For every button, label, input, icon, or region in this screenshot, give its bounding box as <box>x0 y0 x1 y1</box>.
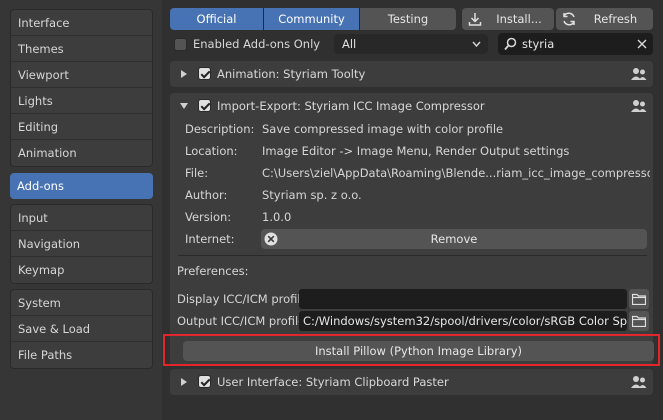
tab-official[interactable]: Official <box>170 8 264 30</box>
display-icc-browse-button[interactable] <box>629 289 649 309</box>
annotation-highlight-box <box>163 334 660 366</box>
location-value: Image Editor -> Image Menu, Render Outpu… <box>262 144 570 158</box>
addon-enable-checkbox[interactable] <box>198 99 211 112</box>
sidebar-item-lights[interactable]: Lights <box>11 88 152 114</box>
expand-arrow-icon[interactable] <box>181 378 187 386</box>
collapse-arrow-icon[interactable] <box>180 103 188 109</box>
folder-icon <box>632 315 646 327</box>
sidebar-item-addons[interactable]: Add-ons <box>10 173 153 199</box>
sidebar-item-themes[interactable]: Themes <box>11 36 152 62</box>
output-icc-field[interactable]: C:/Windows/system32/spool/drivers/color/… <box>299 311 627 331</box>
category-value: All <box>342 37 357 51</box>
addon-title: Import-Export: Styriam ICC Image Compres… <box>217 99 485 113</box>
sidebar-item-system[interactable]: System <box>11 290 152 316</box>
preferences-divider <box>178 255 647 256</box>
community-user-icon <box>631 100 647 112</box>
sidebar-item-viewport[interactable]: Viewport <box>11 62 152 88</box>
category-dropdown[interactable]: All <box>334 34 488 54</box>
preferences-label: Preferences: <box>177 264 249 278</box>
sidebar-item-save-load[interactable]: Save & Load <box>11 316 152 342</box>
tab-testing[interactable]: Testing <box>360 8 456 30</box>
community-user-icon <box>631 68 647 80</box>
addon-enable-checkbox[interactable] <box>198 67 211 80</box>
author-label: Author: <box>185 188 228 202</box>
sidebar-item-navigation[interactable]: Navigation <box>11 231 152 257</box>
sidebar-group-addons: Add-ons <box>10 173 153 199</box>
expand-arrow-icon[interactable] <box>181 70 187 78</box>
addons-main: Official Community Testing Install... Re… <box>162 0 663 420</box>
install-label: Install... <box>496 12 542 26</box>
sidebar-item-editing[interactable]: Editing <box>11 114 152 140</box>
file-label: File: <box>185 166 209 180</box>
sidebar-item-keymap[interactable]: Keymap <box>11 257 152 283</box>
internet-label: Internet: <box>185 232 235 246</box>
sidebar-item-interface[interactable]: Interface <box>11 10 152 36</box>
description-value: Save compressed image with color profile <box>262 122 504 136</box>
chevron-down-icon <box>472 41 481 48</box>
addon-enable-checkbox[interactable] <box>198 375 211 388</box>
search-value: styria <box>522 37 555 51</box>
addon-panel-icc-compressor: Import-Export: Styriam ICC Image Compres… <box>170 93 654 365</box>
sidebar-item-input[interactable]: Input <box>11 205 152 231</box>
sidebar-group-system: System Save & Load File Paths <box>10 289 153 369</box>
output-icc-browse-button[interactable] <box>629 311 649 331</box>
folder-icon <box>632 293 646 305</box>
file-value: C:\Users\ziel\AppData\Roaming\Blende...r… <box>262 166 650 180</box>
remove-button[interactable]: Remove <box>261 229 647 249</box>
addon-title: User Interface: Styriam Clipboard Paster <box>217 375 449 389</box>
support-level-tabs: Official Community Testing <box>170 8 456 30</box>
sidebar-group-input: Input Navigation Keymap <box>10 204 153 284</box>
search-icon <box>504 37 517 51</box>
community-user-icon <box>631 376 647 388</box>
refresh-label: Refresh <box>593 12 638 26</box>
version-label: Version: <box>185 210 232 224</box>
refresh-icon <box>563 12 575 26</box>
clear-search-icon[interactable] <box>637 39 647 49</box>
addon-panel-clipboard-paster: User Interface: Styriam Clipboard Paster <box>170 369 653 395</box>
refresh-button[interactable]: Refresh <box>556 8 653 30</box>
tab-community[interactable]: Community <box>264 8 360 30</box>
addon-panel-animation-toolty: Animation: Styriam Toolty <box>170 61 653 87</box>
display-icc-field[interactable] <box>299 289 627 309</box>
sidebar-item-file-paths[interactable]: File Paths <box>11 342 152 368</box>
addon-title: Animation: Styriam Toolty <box>217 67 366 81</box>
enabled-only-label: Enabled Add-ons Only <box>193 37 321 51</box>
output-icc-label: Output ICC/ICM profile: <box>177 314 310 328</box>
install-button[interactable]: Install... <box>462 8 554 30</box>
enabled-only-checkbox[interactable] <box>174 38 187 51</box>
download-icon <box>468 13 482 26</box>
author-value: Styriam sp. z o.o. <box>262 188 362 202</box>
search-field[interactable]: styria <box>498 33 653 55</box>
sidebar-group-general: Interface Themes Viewport Lights Editing… <box>10 9 153 167</box>
display-icc-label: Display ICC/ICM profil... <box>177 292 312 306</box>
preferences-sidebar: Interface Themes Viewport Lights Editing… <box>0 0 162 420</box>
remove-x-icon <box>264 232 278 246</box>
version-value: 1.0.0 <box>262 210 292 224</box>
description-label: Description: <box>185 122 255 136</box>
location-label: Location: <box>185 144 238 158</box>
remove-label: Remove <box>430 232 478 246</box>
sidebar-item-animation[interactable]: Animation <box>11 140 152 166</box>
